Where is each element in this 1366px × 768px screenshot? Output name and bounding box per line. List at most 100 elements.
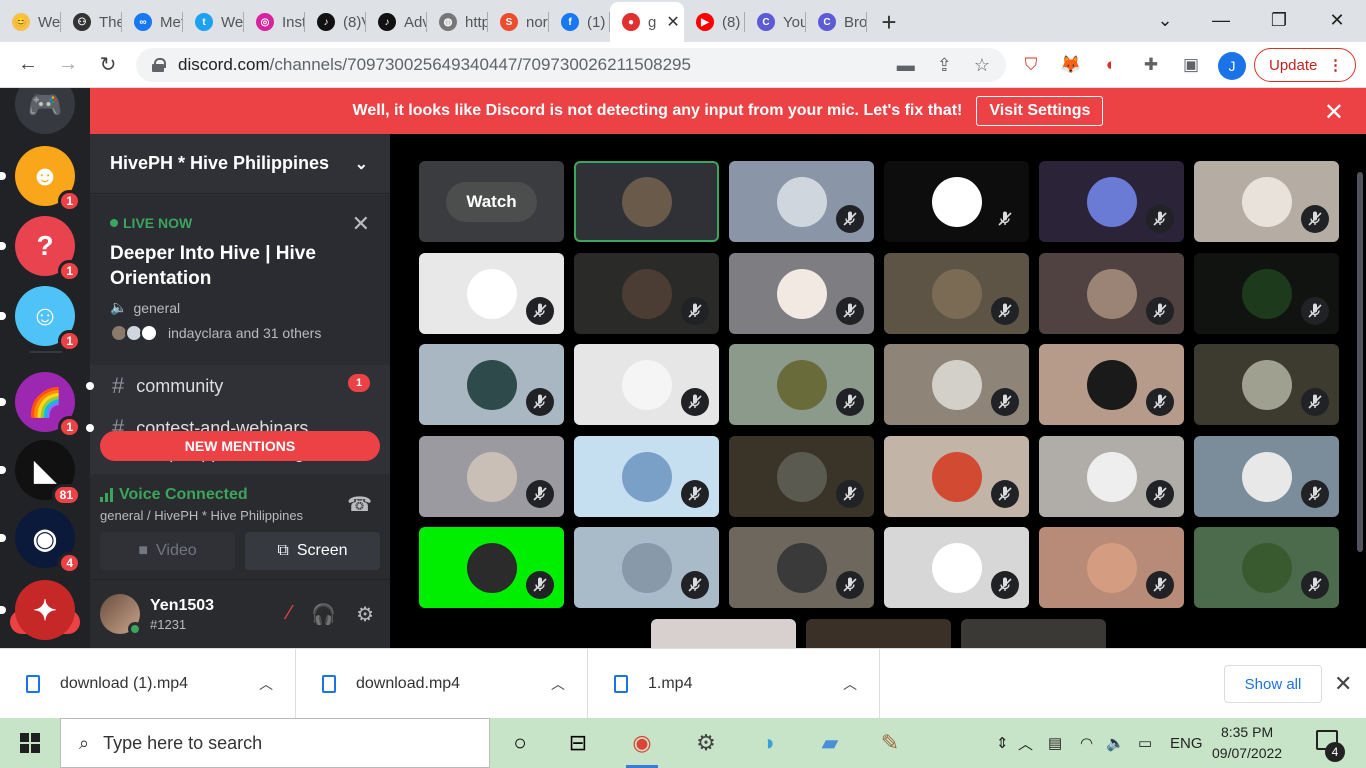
browser-tab[interactable]: 😊 We [0,2,61,42]
signal-strength-icon[interactable] [100,488,113,502]
chevron-up-icon[interactable]: ︿ [259,674,273,694]
live-event-card[interactable]: LIVE NOW Deeper Into Hive | Hive Orienta… [90,195,390,365]
screen-share-button[interactable]: ⧉ Screen [245,532,380,570]
participant-tile[interactable] [419,253,564,334]
close-window-icon[interactable]: ✕ [1308,0,1366,40]
volume-icon[interactable]: 🔈 [1106,718,1125,768]
participant-tile[interactable] [1039,436,1184,517]
close-downloads-icon[interactable]: ✕ [1334,671,1352,697]
participant-tile[interactable] [729,344,874,425]
server-icon[interactable]: ? 1 [15,216,81,282]
taskbar-search[interactable]: ⌕ Type here to search [60,718,490,768]
app-icon-notes[interactable]: ▰ [808,725,852,761]
participant-tile[interactable] [729,161,874,242]
display-icon[interactable]: ▭ [1138,718,1152,768]
download-item[interactable]: download.mp4 ︿ [296,649,588,719]
cortana-icon[interactable]: ○ [498,725,542,761]
participant-tile[interactable] [1194,253,1339,334]
channel-community[interactable]: # community [86,369,390,403]
show-hidden-icons[interactable]: ︿ [1018,718,1033,768]
chevron-up-icon[interactable]: ︿ [843,674,857,694]
participant-tile[interactable] [729,253,874,334]
show-all-button[interactable]: Show all [1224,665,1322,703]
participant-tile[interactable] [1194,161,1339,242]
browser-tab[interactable]: t We [183,2,244,42]
download-item[interactable]: download (1).mp4 ︿ [0,649,296,719]
share-icon[interactable]: ⇪ [937,55,952,76]
visit-settings-button[interactable]: Visit Settings [976,96,1104,126]
metamask-icon[interactable]: 🦊 [1056,50,1086,80]
headphones-icon[interactable]: 🎧 [311,602,336,627]
participant-tile[interactable] [729,527,874,608]
participant-tile[interactable] [574,253,719,334]
tray-scroll-icon[interactable]: ⇕ [996,718,1009,768]
server-icon[interactable]: 🌈 1 [15,372,81,438]
participant-tile[interactable] [729,436,874,517]
participant-tile[interactable] [884,436,1029,517]
participant-tile[interactable] [574,436,719,517]
clock[interactable]: 8:35 PM 09/07/2022 [1212,722,1282,764]
browser-tab[interactable]: ◎ Inst [244,2,305,42]
address-bar[interactable]: discord.com/channels/709730025649340447/… [136,48,1006,82]
server-icon[interactable]: ☻ 1 [15,146,81,212]
chevron-up-icon[interactable]: ︿ [551,674,565,694]
server-icon[interactable]: ◉ 4 [15,508,81,574]
participant-tile[interactable] [1039,253,1184,334]
participant-tile[interactable] [1194,527,1339,608]
language-indicator[interactable]: ENG [1170,718,1203,768]
browser-tab[interactable]: ⚇ The [61,2,122,42]
participant-tile[interactable] [884,344,1029,425]
server-icon[interactable]: ◣ 81 [15,440,81,506]
wifi-icon[interactable]: ◠ [1080,718,1093,768]
banner-close-icon[interactable]: ✕ [1324,98,1344,127]
close-tab-icon[interactable]: ✕ [666,12,679,32]
task-view-icon[interactable]: ⊟ [556,725,600,761]
extension-save-icon[interactable]: ⛉ [1016,50,1046,80]
mute-mic-icon[interactable]: ⁄ [288,602,291,627]
bookmark-star-icon[interactable]: ☆ [974,55,990,76]
participant-tile[interactable] [1194,436,1339,517]
browser-tab[interactable]: ♪ Adv [366,2,427,42]
profile-avatar[interactable]: J [1218,52,1246,80]
participant-tile[interactable] [1039,527,1184,608]
close-live-card-icon[interactable]: ✕ [352,211,370,237]
side-panel-icon[interactable]: ▣ [1176,50,1206,80]
back-icon[interactable]: ← [8,45,48,85]
participant-tile[interactable] [884,161,1029,242]
tab-search-icon[interactable]: ⌄ [1136,0,1194,40]
extension-spiral-icon[interactable]: ◐ [1096,50,1126,80]
app-icon-globe[interactable]: ◑ [746,725,790,761]
browser-tab[interactable]: Snor [488,2,549,42]
start-button[interactable] [0,718,60,768]
browser-tab[interactable]: ∞ Met [122,2,183,42]
new-tab-button[interactable]: + [867,2,911,42]
settings-app-icon[interactable]: ⚙ [684,725,728,761]
disconnect-call-icon[interactable]: ☎ [347,492,372,517]
participant-tile[interactable] [961,619,1106,648]
forward-icon[interactable]: → [48,45,88,85]
participant-tile[interactable] [1039,161,1184,242]
browser-tab-active[interactable]: ● g ✕ [610,2,684,42]
download-item[interactable]: 1.mp4 ︿ [588,649,880,719]
maximize-icon[interactable]: ❐ [1250,0,1308,40]
participant-tile[interactable] [574,527,719,608]
participant-tile[interactable] [419,527,564,608]
participant-tile[interactable] [419,344,564,425]
browser-tab[interactable]: C Bro [806,2,867,42]
device-icon[interactable]: ▤ [1048,718,1062,768]
chrome-icon[interactable]: ◉ [620,725,664,768]
browser-tab[interactable]: ◍ http [427,2,488,42]
reload-icon[interactable]: ↻ [88,45,128,85]
participant-tile[interactable] [1194,344,1339,425]
update-button[interactable]: Update ⋮ [1254,48,1356,82]
extensions-puzzle-icon[interactable]: ✚ [1136,50,1166,80]
browser-tab[interactable]: ▶ (8) [684,2,745,42]
browser-tab[interactable]: f (1) [549,2,610,42]
browser-tab[interactable]: C You [745,2,806,42]
new-mentions-button[interactable]: NEW MENTIONS [100,431,380,461]
participant-tile[interactable] [574,161,719,242]
browser-tab[interactable]: ♪ (8)V [305,2,366,42]
camera-blocked-icon[interactable]: ▬ [897,55,915,76]
discord-home-icon[interactable]: 🎮 [15,88,75,134]
participant-tile[interactable] [1039,344,1184,425]
